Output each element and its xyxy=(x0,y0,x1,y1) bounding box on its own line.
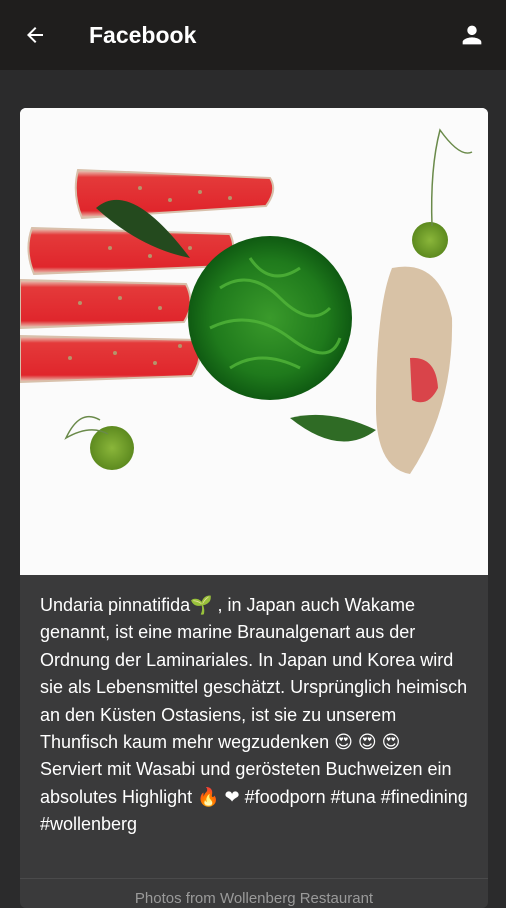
post-footer: Photos from Wollenberg Restaurant xyxy=(134,890,374,907)
post-card[interactable]: Undaria pinnatifida🌱 , in Japan auch Wak… xyxy=(20,108,488,908)
back-button[interactable] xyxy=(0,0,70,70)
page-title: Facebook xyxy=(89,21,197,48)
food-photo xyxy=(20,108,488,575)
arrow-left-icon xyxy=(27,27,43,43)
post-photo[interactable] xyxy=(20,108,488,575)
post-text: Undaria pinnatifida🌱 , in Japan auch Wak… xyxy=(40,595,473,835)
divider xyxy=(20,878,488,879)
account-button[interactable] xyxy=(456,19,488,51)
app-bar: Facebook xyxy=(0,0,506,70)
person-icon xyxy=(462,25,482,45)
